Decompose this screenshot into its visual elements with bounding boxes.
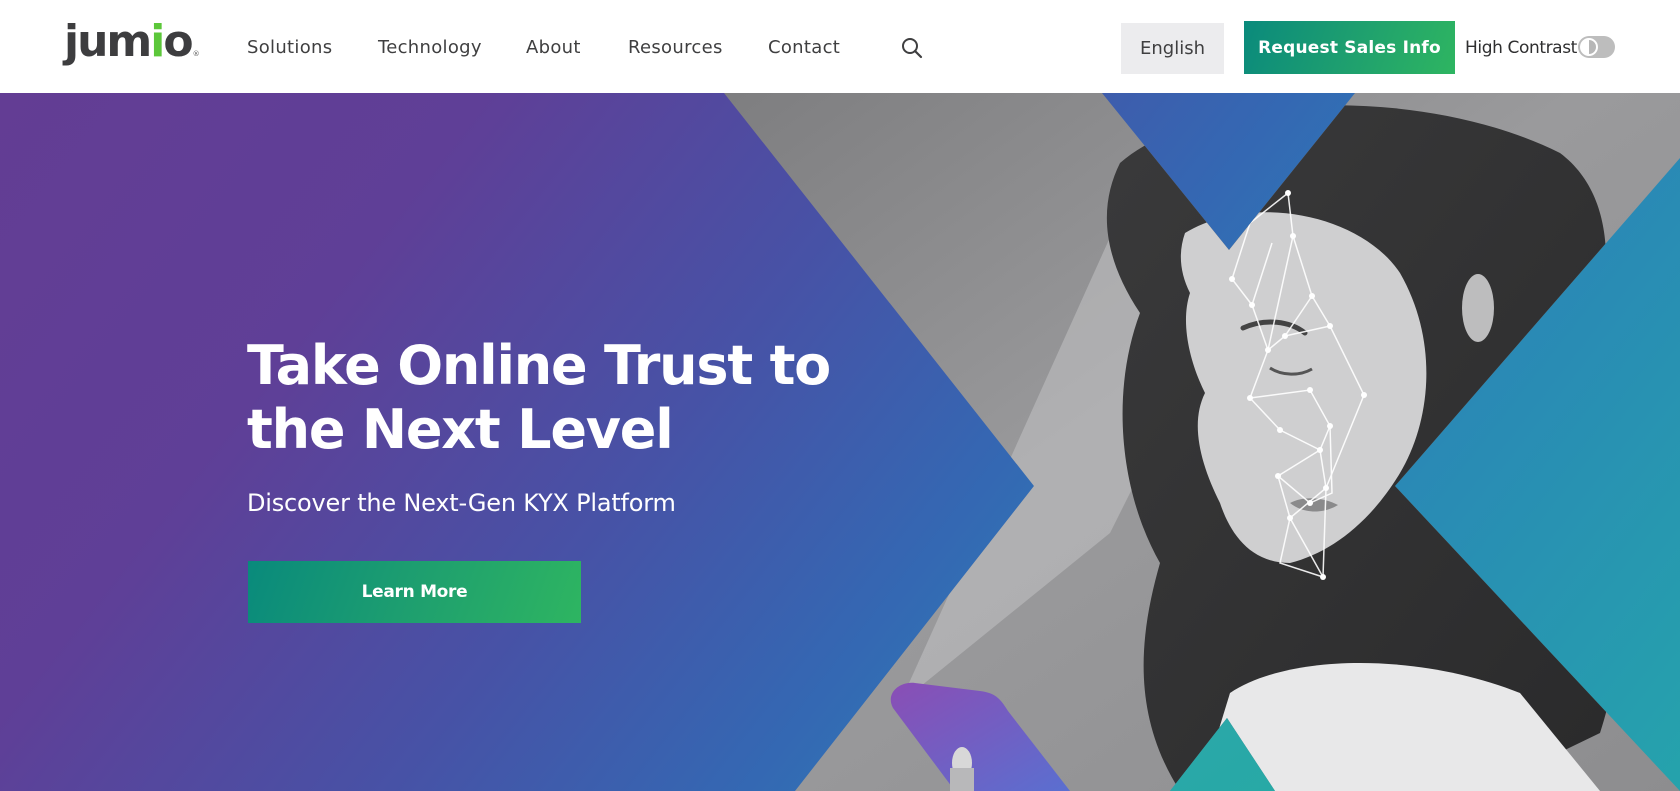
logo-text-i: i [150, 16, 165, 67]
site-header: jumio® Solutions Technology About Resour… [0, 0, 1680, 93]
language-selector[interactable]: English [1121, 23, 1224, 74]
hero-subtitle: Discover the Next-Gen KYX Platform [247, 489, 676, 517]
nav-about[interactable]: About [526, 36, 581, 60]
logo-text-start: jum [64, 16, 152, 67]
request-sales-info-button[interactable]: Request Sales Info [1244, 21, 1455, 74]
logo-registered-mark: ® [192, 50, 200, 58]
nav-technology[interactable]: Technology [378, 36, 482, 60]
learn-more-button[interactable]: Learn More [248, 561, 581, 623]
contrast-icon [1580, 38, 1598, 56]
hero-title: Take Online Trust to the Next Level [247, 334, 831, 461]
nav-solutions[interactable]: Solutions [247, 36, 332, 60]
search-button[interactable] [900, 36, 924, 60]
nav-resources[interactable]: Resources [628, 36, 723, 60]
high-contrast-toggle[interactable] [1578, 36, 1615, 58]
logo-text-end: o [163, 16, 193, 67]
hero-section: Take Online Trust to the Next Level Disc… [0, 93, 1680, 791]
jumio-logo[interactable]: jumio® [64, 14, 200, 70]
nav-contact[interactable]: Contact [768, 36, 840, 60]
search-icon [902, 38, 923, 59]
high-contrast-label: High Contrast [1465, 38, 1577, 58]
